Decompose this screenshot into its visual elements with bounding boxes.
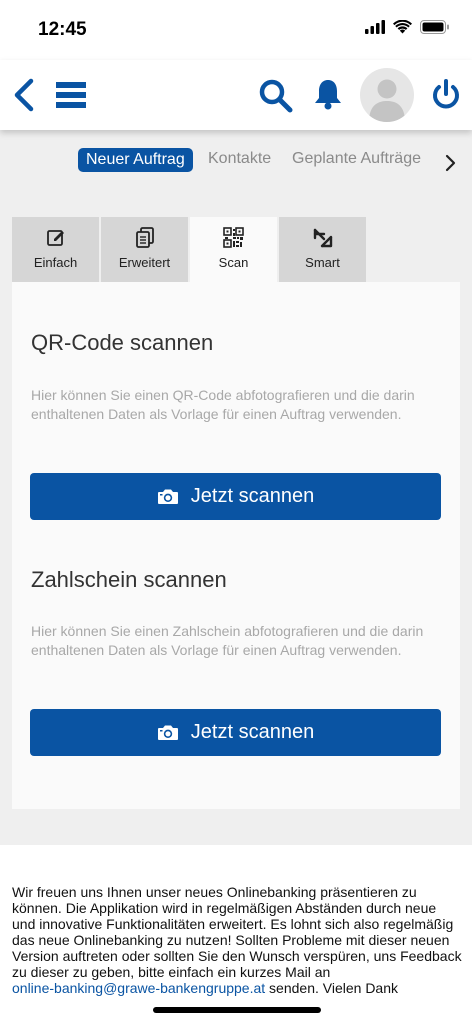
zahlschein-section-description: Hier können Sie einen Zahlschein abfotog…: [31, 623, 424, 658]
menu-icon[interactable]: [56, 80, 86, 110]
subnav-overflow: Geplante Aufträge: [290, 148, 425, 176]
subnav-item-neuer-auftrag[interactable]: Neuer Auftrag: [78, 148, 193, 172]
qr-scan-button[interactable]: Jetzt scannen: [30, 473, 441, 520]
qr-section-description: Hier können Sie einen QR-Code abfotograf…: [31, 387, 415, 422]
status-bar: 12:45: [0, 0, 472, 60]
tab-scan[interactable]: Scan: [190, 217, 277, 282]
zahlschein-section-title: Zahlschein scannen: [31, 567, 227, 592]
copy-icon: [101, 227, 188, 249]
battery-icon: [420, 20, 449, 34]
subnav-item-geplante-auftraege[interactable]: Geplante Aufträge: [292, 150, 421, 168]
info-text: Wir freuen uns Ihnen unser neues Onlineb…: [12, 884, 462, 996]
qr-scan-button-label: Jetzt scannen: [190, 485, 315, 507]
feedback-email-link[interactable]: online-banking@grawe-bankengruppe.at: [12, 980, 265, 996]
signal-icon: [365, 20, 385, 34]
scan-card: QR-Code scannen Hier können Sie einen QR…: [12, 282, 460, 809]
avatar[interactable]: [360, 68, 414, 122]
tab-einfach[interactable]: Einfach: [12, 217, 99, 282]
info-text-suffix: senden. Vielen Dank: [265, 980, 399, 996]
subnav: Neuer Auftrag Kontakte Geplante Aufträge: [0, 148, 472, 178]
subnav-item-kontakte[interactable]: Kontakte: [208, 150, 271, 168]
smart-icon: [279, 227, 366, 249]
zahlschein-scan-button-label: Jetzt scannen: [190, 721, 315, 743]
tab-label: Scan: [218, 255, 249, 270]
camera-icon: [157, 725, 178, 740]
search-icon[interactable]: [258, 78, 294, 114]
tab-smart[interactable]: Smart: [279, 217, 366, 282]
qr-code-icon: [190, 227, 277, 249]
wifi-icon: [393, 20, 412, 34]
camera-icon: [157, 489, 178, 504]
power-icon[interactable]: [430, 78, 462, 112]
bell-icon[interactable]: [313, 77, 343, 111]
tab-label: Einfach: [33, 255, 78, 270]
chevron-right-icon[interactable]: [445, 154, 457, 172]
zahlschein-scan-button[interactable]: Jetzt scannen: [30, 709, 441, 756]
status-icons: [365, 20, 450, 34]
tab-label: Erweitert: [118, 255, 171, 270]
app-header: [0, 60, 472, 130]
qr-section-title: QR-Code scannen: [31, 330, 214, 355]
home-indicator: [153, 1007, 321, 1013]
edit-icon: [12, 227, 99, 249]
back-icon[interactable]: [10, 78, 36, 112]
tab-erweitert[interactable]: Erweitert: [101, 217, 188, 282]
status-time: 12:45: [38, 19, 87, 40]
info-text-body: Wir freuen uns Ihnen unser neues Onlineb…: [12, 884, 462, 980]
tab-label: Smart: [305, 255, 340, 270]
